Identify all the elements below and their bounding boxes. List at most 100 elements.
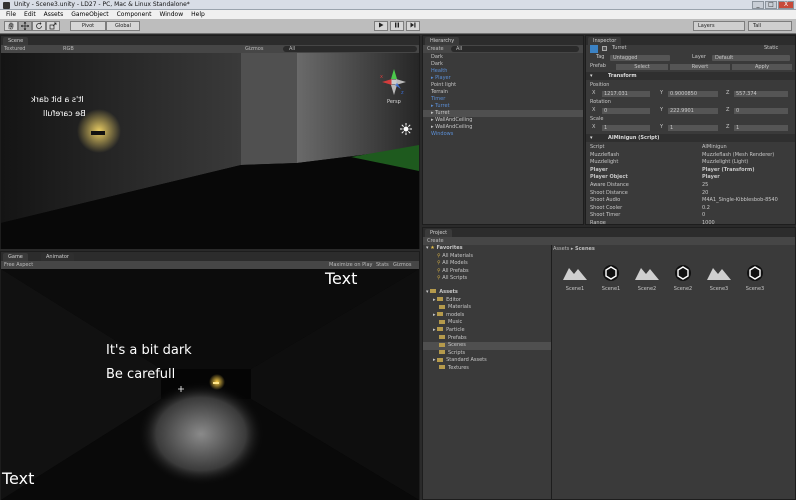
script-field-row[interactable]: Shoot Audio M4A1_Single-Kibblesbob-8540 [586, 197, 795, 204]
menu-gameobject[interactable]: GameObject [67, 10, 112, 19]
folder-item[interactable]: Textures [423, 365, 551, 373]
script-field-value[interactable]: Player [702, 174, 720, 181]
minimize-button[interactable]: _ [752, 1, 764, 9]
menu-help[interactable]: Help [187, 10, 209, 19]
favorite-item[interactable]: ⚲ All Prefabs [423, 268, 551, 276]
hierarchy-item[interactable]: ▸ Player [423, 75, 583, 82]
close-button[interactable]: X [778, 1, 794, 9]
rot-z-field[interactable]: 0 [734, 107, 788, 114]
game-gizmos-dropdown[interactable]: Gizmos [393, 261, 411, 269]
menu-assets[interactable]: Assets [40, 10, 68, 19]
folder-item[interactable]: Scripts [423, 350, 551, 358]
stats-toggle[interactable]: Stats [376, 261, 389, 269]
hierarchy-item[interactable]: Point light [423, 82, 583, 89]
script-field-value[interactable]: 20 [702, 190, 708, 197]
favorite-item[interactable]: ⚲ All Scripts [423, 275, 551, 283]
favorite-item[interactable]: ⚲ All Models [423, 260, 551, 268]
scene-asset[interactable]: Scene3 [737, 263, 773, 292]
tab-hierarchy[interactable]: Hierarchy [425, 37, 460, 45]
folder-item[interactable]: ▸ Standard Assets [423, 357, 551, 365]
hierarchy-item-selected[interactable]: ▸ Turret [423, 110, 583, 117]
script-field-value[interactable]: Player (Transform) [702, 167, 755, 174]
scene-asset[interactable]: Scene1 [593, 263, 629, 292]
favorite-item[interactable]: ⚲ All Materials [423, 253, 551, 261]
tab-animator[interactable]: Animator [41, 253, 74, 261]
script-field-value[interactable]: M4A1_Single-Kibblesbob-8540 [702, 197, 778, 204]
script-field-row[interactable]: Aware Distance 25 [586, 182, 795, 189]
script-field-value[interactable]: 1000 [702, 220, 715, 224]
pos-z-field[interactable]: 557.374 [734, 90, 788, 97]
layout-dropdown[interactable]: Tall [748, 21, 792, 31]
favorites-header[interactable]: ▾ ★ Favorites [423, 245, 551, 253]
layer-dropdown[interactable]: Default [712, 54, 790, 61]
pos-y-field[interactable]: 0.9000850 [668, 90, 718, 97]
prefab-select-button[interactable]: Select [616, 63, 668, 70]
scl-y-field[interactable]: 1 [668, 124, 718, 131]
script-field-value[interactable]: 0.2 [702, 205, 710, 212]
project-create-dropdown[interactable]: Create [427, 237, 444, 245]
tab-scene[interactable]: Scene [3, 37, 29, 45]
scene-asset[interactable]: Scene2 [629, 263, 665, 292]
scene-asset[interactable]: Scene2 [665, 263, 701, 292]
script-field-row[interactable]: Script AIMinigun [586, 144, 795, 151]
pause-button[interactable] [390, 21, 404, 31]
breadcrumb-current[interactable]: Scenes [575, 246, 595, 252]
script-field-value[interactable]: Muzzlelight (Light) [702, 159, 748, 166]
scene-asset[interactable]: Scene3 [701, 263, 737, 292]
step-button[interactable] [406, 21, 420, 31]
maximize-button[interactable]: □ [765, 1, 777, 9]
hierarchy-item[interactable]: ▸ WallAndCeiling [423, 117, 583, 124]
breadcrumb-root[interactable]: Assets [553, 246, 569, 252]
color-mode-dropdown[interactable]: RGB [63, 45, 74, 53]
static-checkbox-label[interactable]: Static [764, 45, 778, 52]
folder-item[interactable]: ▸ Particle [423, 327, 551, 335]
project-splitter[interactable] [551, 245, 552, 500]
hierarchy-create-dropdown[interactable]: Create [427, 45, 444, 53]
script-field-row[interactable]: Shoot Timer 0 [586, 212, 795, 219]
active-checkbox[interactable] [602, 46, 607, 51]
prefab-revert-button[interactable]: Revert [670, 63, 730, 70]
pivot-toggle[interactable]: Pivot [70, 21, 106, 31]
script-field-value[interactable]: Muzzleflash (Mesh Renderer) [702, 152, 774, 159]
tab-inspector[interactable]: Inspector [588, 37, 622, 45]
global-toggle[interactable]: Global [106, 21, 140, 31]
prefab-apply-button[interactable]: Apply [732, 63, 792, 70]
orientation-gizmo[interactable]: x z [379, 67, 409, 97]
folder-item-selected[interactable]: Scenes [423, 342, 551, 350]
hierarchy-item[interactable]: Timer [423, 96, 583, 103]
hierarchy-item[interactable]: Dark [423, 54, 583, 61]
menu-edit[interactable]: Edit [20, 10, 40, 19]
script-field-row[interactable]: Player Player (Transform) [586, 167, 795, 174]
hierarchy-search-input[interactable]: All [451, 46, 579, 52]
tab-project[interactable]: Project [425, 229, 453, 237]
hierarchy-item[interactable]: Windows [423, 131, 583, 138]
folder-item[interactable]: Materials [423, 304, 551, 312]
tab-game[interactable]: Game [3, 253, 28, 261]
maximize-on-play-toggle[interactable]: Maximize on Play [329, 261, 373, 269]
script-field-row[interactable]: Range 1000 [586, 220, 795, 224]
folder-item[interactable]: Music [423, 319, 551, 327]
scl-x-field[interactable]: 1 [602, 124, 650, 131]
hierarchy-item[interactable]: Dark [423, 61, 583, 68]
scene-gizmos-dropdown[interactable]: Gizmos [245, 45, 263, 53]
script-field-row[interactable]: Muzzleflash Muzzleflash (Mesh Renderer) [586, 152, 795, 159]
script-field-value[interactable]: 0 [702, 212, 705, 219]
pos-x-field[interactable]: 1217.031 [602, 90, 650, 97]
menu-window[interactable]: Window [155, 10, 187, 19]
tag-dropdown[interactable]: Untagged [610, 54, 670, 61]
scale-tool-button[interactable] [46, 21, 60, 31]
folder-item[interactable]: ▸ models [423, 312, 551, 320]
transform-component-header[interactable]: ▾ Transform [586, 72, 795, 80]
scene-viewport[interactable]: It's a bit dark Be carefull x z Persp [1, 53, 419, 249]
render-mode-dropdown[interactable]: Textured [4, 45, 25, 53]
play-button[interactable] [374, 21, 388, 31]
script-component-header[interactable]: ▾ AIMinigun (Script) [586, 134, 795, 142]
aspect-dropdown[interactable]: Free Aspect [4, 261, 33, 269]
game-viewport[interactable]: Text It's a bit dark Be carefull Text [1, 269, 419, 500]
hierarchy-item[interactable]: Terrain [423, 89, 583, 96]
folder-item[interactable]: ▸ Editor [423, 297, 551, 305]
script-field-row[interactable]: Muzzlelight Muzzlelight (Light) [586, 159, 795, 166]
script-field-value[interactable]: AIMinigun [702, 144, 727, 151]
rot-y-field[interactable]: 222.9901 [668, 107, 718, 114]
script-field-row[interactable]: Shoot Distance 20 [586, 190, 795, 197]
